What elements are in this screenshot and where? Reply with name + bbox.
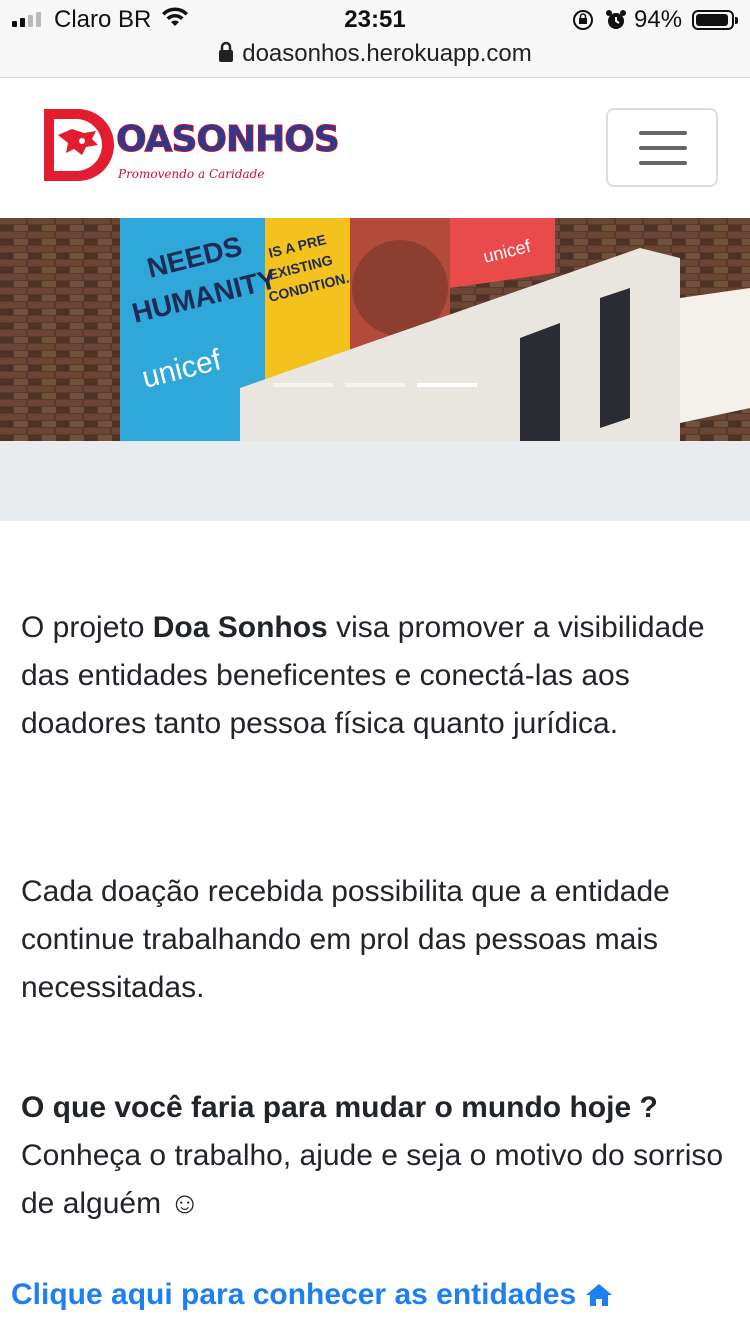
question-heading: O que você faria para mudar o mundo hoje… — [21, 1091, 658, 1124]
hamburger-icon — [639, 131, 687, 135]
battery-percent: 94% — [634, 6, 683, 33]
call-paragraph: O que você faria para mudar o mundo hoje… — [21, 1091, 724, 1220]
alarm-icon — [604, 8, 628, 37]
rotation-lock-icon — [572, 9, 594, 36]
entities-link[interactable]: Clique aqui para conhecer as entidades — [11, 1278, 614, 1312]
battery-icon — [692, 10, 738, 30]
logo[interactable]: OASONHOS Promovendo a Caridade — [38, 105, 340, 185]
url-bar[interactable]: doasonhos.herokuapp.com — [0, 40, 750, 78]
donation-paragraph: Cada doação recebida possibilita que a e… — [21, 875, 670, 1004]
lock-icon — [218, 41, 234, 68]
carousel-indicator[interactable] — [273, 383, 333, 387]
carousel-image: NEEDS HUMANITY unicef IS A PRE EXISTING … — [0, 218, 750, 441]
home-icon — [586, 1284, 613, 1306]
menu-toggle-button[interactable] — [606, 108, 718, 187]
section-divider — [0, 441, 750, 521]
navbar: OASONHOS Promovendo a Caridade — [0, 79, 750, 218]
carousel-indicators — [273, 383, 477, 387]
carousel-indicator[interactable] — [345, 383, 405, 387]
logo-mark-icon — [44, 109, 114, 181]
logo-tagline: Promovendo a Caridade — [118, 167, 265, 181]
url-text: doasonhos.herokuapp.com — [242, 40, 532, 67]
logo-wordmark: OASONHOS — [116, 119, 341, 161]
status-bar: Claro BR 23:51 94% — [0, 0, 750, 40]
carousel-indicator-active[interactable] — [417, 383, 477, 387]
intro-paragraph: O projeto Doa Sonhos visa promover a vis… — [21, 611, 705, 740]
hero-carousel[interactable]: NEEDS HUMANITY unicef IS A PRE EXISTING … — [0, 218, 750, 441]
